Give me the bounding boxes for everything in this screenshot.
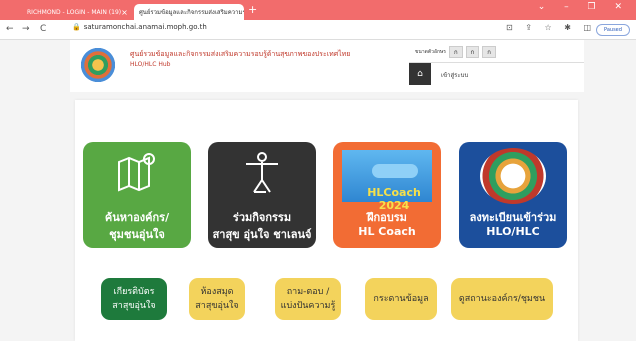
font-size-control: ขนาดตัวอักษร ก ก ก [415,46,496,58]
main-panel: ค้นหาองค์กร/ ชุมชนอุ่นใจ ร่วมกิจกรรม สาส… [75,100,578,341]
qa-button[interactable]: ถาม-ตอบ / แบ่งปันความรู้ [275,278,341,320]
forward-icon[interactable]: → [22,24,30,34]
button-line1: ถาม-ตอบ / [286,287,330,297]
tab-label: RICHMOND - LOGIN - MAIN (19) [27,8,122,16]
card-join-activity[interactable]: ร่วมกิจกรรม สาสุข อุ่นใจ ชาเลนจ์ [208,142,316,248]
card-label-line1: ค้นหาองค์กร/ [104,211,170,224]
card-label-line1: ลงทะเบียนเข้าร่วม [469,211,557,224]
card-label-line2: HLO/HLC [486,225,540,238]
tab-strip: RICHMOND - LOGIN - MAIN (19) × ศูนย์รวมข… [0,0,636,20]
card-label-line2: HL Coach [358,225,416,238]
certificate-button[interactable]: เกียรติบัตรสาสุขอุ่นใจ [101,278,167,320]
profile-label: Paused [604,27,622,33]
close-icon[interactable]: × [121,8,128,17]
card-label-line1: ร่วมกิจกรรม [232,211,292,224]
handshake-icon [372,164,418,178]
home-icon[interactable]: ⌂ [409,63,431,85]
button-line2: แบ่งปันความรู้ [280,301,336,311]
hl-coach-image: HLCoach 2024 [342,150,432,212]
nav-bar: ⌂ เข้าสู่ระบบ [409,62,584,85]
library-button[interactable]: ห้องสมุดสาสุขอุ่นใจ [189,278,245,320]
exercise-icon [246,152,278,193]
card-find-organization[interactable]: ค้นหาองค์กร/ ชุมชนอุ่นใจ [83,142,191,248]
url-text: saturamonchai.anamai.moph.go.th [83,23,207,31]
font-size-large-button[interactable]: ก [482,46,496,58]
tab-richmond[interactable]: RICHMOND - LOGIN - MAIN (19) × [22,4,132,20]
tab-label: ศูนย์รวมข้อมูลและกิจกรรมส่งเสริมความรอบร… [139,9,244,16]
profile-button[interactable]: Paused [596,24,630,36]
map-icon [118,153,155,192]
browser-window: RICHMOND - LOGIN - MAIN (19) × ศูนย์รวมข… [0,0,636,341]
font-size-small-button[interactable]: ก [448,46,463,58]
button-line1: เกียรติบัตร [113,287,155,297]
button-line1: กระดานข้อมูล [373,294,429,304]
hlc-seal-image [480,148,546,204]
url-bar[interactable]: 🔒 saturamonchai.anamai.moph.go.th [72,23,207,31]
font-size-label: ขนาดตัวอักษร [415,49,446,55]
button-line1: ห้องสมุด [200,287,234,297]
new-tab-button[interactable]: + [248,3,257,16]
card-training[interactable]: HLCoach 2024 ฝึกอบรม HL Coach [333,142,441,248]
card-register[interactable]: ลงทะเบียนเข้าร่วม HLO/HLC [459,142,567,248]
status-button[interactable]: ดูสถานะองค์กร/ชุมชน [451,278,553,320]
font-size-medium-button[interactable]: ก [465,46,480,58]
org-name-en: HLO/HLC Hub [130,61,171,68]
card-label-line1: ฝึกอบรม [367,211,407,224]
login-link[interactable]: เข้าสู่ระบบ [441,70,468,80]
back-icon[interactable]: ← [6,24,14,34]
card-label-line2: สาสุข อุ่นใจ ชาเลนจ์ [212,228,312,241]
button-line1: ดูสถานะองค์กร/ชุมชน [458,294,546,304]
board-button[interactable]: กระดานข้อมูล [365,278,437,320]
card-label-line2: ชุมชนอุ่นใจ [109,228,165,241]
button-line2: สาสุขอุ่นใจ [112,301,156,311]
window-controls[interactable]: ⌄ – ❐ ✕ [538,2,630,12]
button-line2: สาสุขอุ่นใจ [195,301,239,311]
tab-hlo-hub[interactable]: ศูนย์รวมข้อมูลและกิจกรรมส่งเสริมความรอบร… [134,4,244,20]
address-toolbar: ← → C 🔒 saturamonchai.anamai.moph.go.th ⊡… [0,20,636,40]
lock-icon: 🔒 [72,23,81,31]
toolbar-icons[interactable]: ⊡ ⇪ ☆ ✱ ◫ [506,23,596,32]
org-name-th: ศูนย์รวมข้อมูลและกิจกรรมส่งเสริมความรอบร… [130,50,351,58]
reload-icon[interactable]: C [40,24,46,34]
hlo-logo[interactable] [78,45,118,85]
site-header: ศูนย์รวมข้อมูลและกิจกรรมส่งเสริมความรอบร… [70,40,584,92]
